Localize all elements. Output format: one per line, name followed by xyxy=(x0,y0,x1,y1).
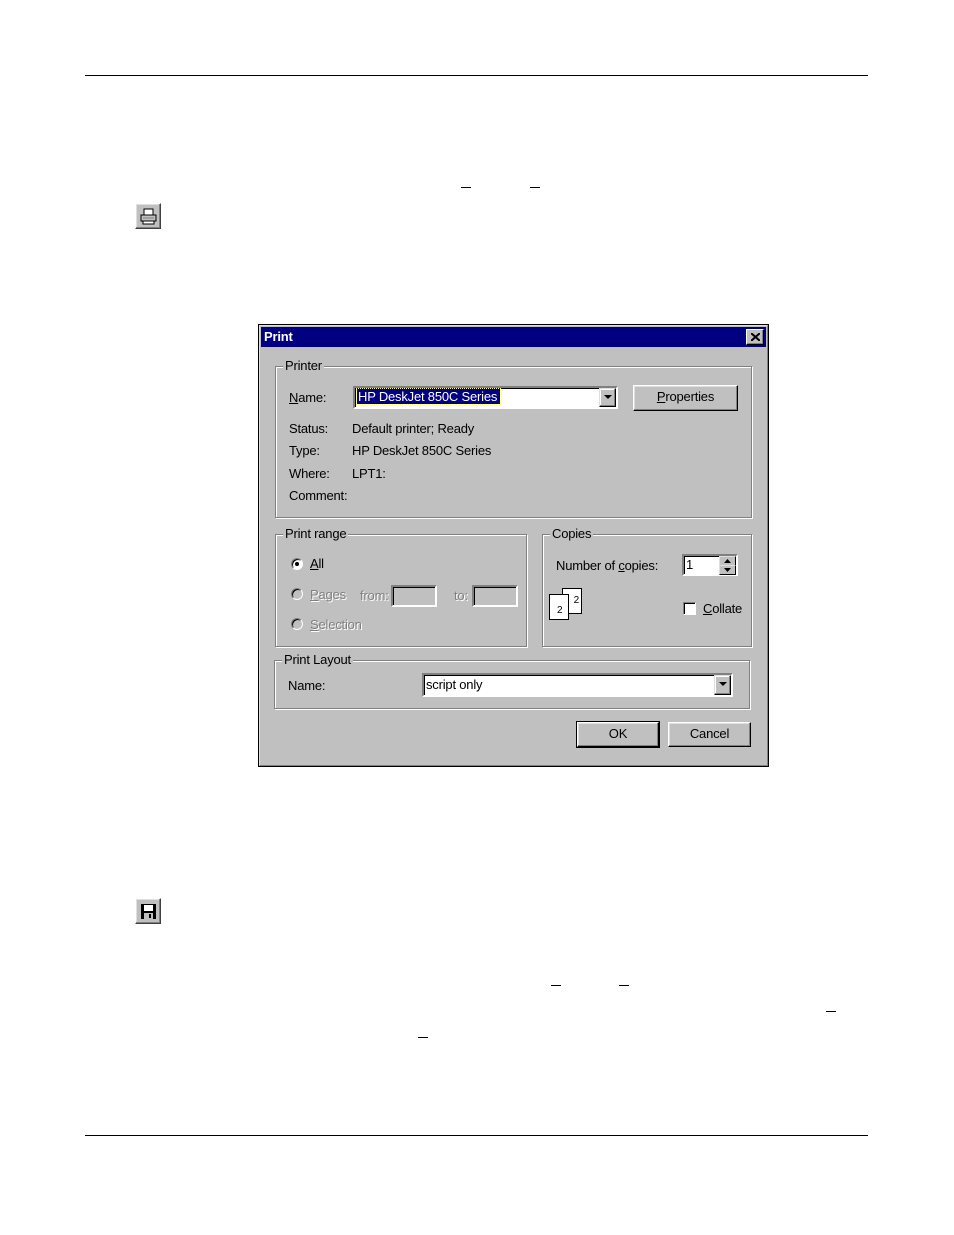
print-layout-group: Print Layout Name: script only xyxy=(274,652,750,709)
status-value: Default printer; Ready xyxy=(352,421,475,436)
underline-mark xyxy=(418,1037,428,1038)
copies-legend: Copies xyxy=(550,526,594,542)
ok-button[interactable]: OK xyxy=(576,721,660,748)
where-value: LPT1: xyxy=(352,466,386,481)
where-label: Where: xyxy=(289,466,330,481)
to-label: to: xyxy=(454,588,468,603)
copies-stepper[interactable]: 1 xyxy=(682,554,738,576)
layout-name-select[interactable]: script only xyxy=(422,673,733,697)
collate-label[interactable]: Collate xyxy=(703,601,742,617)
status-label: Status: xyxy=(289,421,329,436)
copies-group: Copies Number of copies: 1 2 2 Collate xyxy=(542,526,752,647)
floppy-disk-icon[interactable] xyxy=(135,898,161,924)
arrow-up-icon xyxy=(724,559,731,563)
radio-all[interactable] xyxy=(291,558,303,570)
copies-value: 1 xyxy=(686,557,694,572)
page-icon-number: 2 xyxy=(557,605,563,616)
print-layout-legend: Print Layout xyxy=(282,652,353,668)
underline-mark xyxy=(530,187,540,188)
close-button[interactable] xyxy=(746,329,764,345)
collate-checkbox[interactable] xyxy=(683,602,696,615)
underline-mark xyxy=(551,985,561,986)
print-range-group: Print range All Pages from: to: Selectio… xyxy=(275,526,527,647)
radio-pages[interactable] xyxy=(291,588,303,600)
printer-name-value: HP DeskJet 850C Series xyxy=(355,388,502,405)
collate-pages-icon: 2 2 xyxy=(549,588,583,620)
from-input[interactable] xyxy=(391,585,437,607)
printer-name-label: Name: xyxy=(289,390,327,405)
properties-label: Properties xyxy=(656,389,715,404)
cancel-label: Cancel xyxy=(689,726,730,741)
ok-label: OK xyxy=(608,726,628,741)
comment-label: Comment: xyxy=(289,488,348,503)
footer-rule xyxy=(85,1135,868,1136)
radio-pages-label[interactable]: Pages xyxy=(310,587,346,603)
close-icon xyxy=(751,333,760,341)
header-rule xyxy=(85,75,868,76)
layout-name-label: Name: xyxy=(288,678,326,693)
underline-mark xyxy=(826,1011,836,1012)
type-label: Type: xyxy=(289,443,320,458)
page-icon-number: 2 xyxy=(573,595,580,606)
printer-name-select[interactable]: HP DeskJet 850C Series xyxy=(353,386,618,409)
to-input[interactable] xyxy=(472,585,518,607)
layout-name-value: script only xyxy=(426,677,483,692)
radio-selection-label[interactable]: Selection xyxy=(310,617,362,633)
printer-dropdown-button[interactable] xyxy=(599,388,616,407)
from-label: from: xyxy=(360,588,389,603)
printer-icon[interactable] xyxy=(135,203,161,229)
cancel-button[interactable]: Cancel xyxy=(668,722,751,747)
dialog-title: Print xyxy=(264,329,293,344)
underline-mark xyxy=(619,985,629,986)
printer-group: Printer Name: HP DeskJet 850C Series Pro… xyxy=(275,358,752,518)
properties-button[interactable]: Properties xyxy=(633,385,738,411)
chevron-down-icon xyxy=(604,395,612,399)
arrow-down-icon xyxy=(724,568,731,572)
dialog-titlebar[interactable]: Print xyxy=(261,327,766,347)
printer-group-legend: Printer xyxy=(283,358,324,374)
copies-down-button[interactable] xyxy=(719,565,736,575)
radio-selection[interactable] xyxy=(291,618,303,630)
print-dialog: Print Printer Name: HP DeskJet 850C Seri… xyxy=(258,324,769,767)
print-range-legend: Print range xyxy=(283,526,349,542)
chevron-down-icon xyxy=(719,682,727,686)
number-of-copies-label: Number of copies: xyxy=(556,558,659,573)
layout-dropdown-button[interactable] xyxy=(714,675,731,695)
type-value: HP DeskJet 850C Series xyxy=(352,443,492,458)
underline-mark xyxy=(461,187,471,188)
radio-all-label[interactable]: All xyxy=(310,556,324,572)
